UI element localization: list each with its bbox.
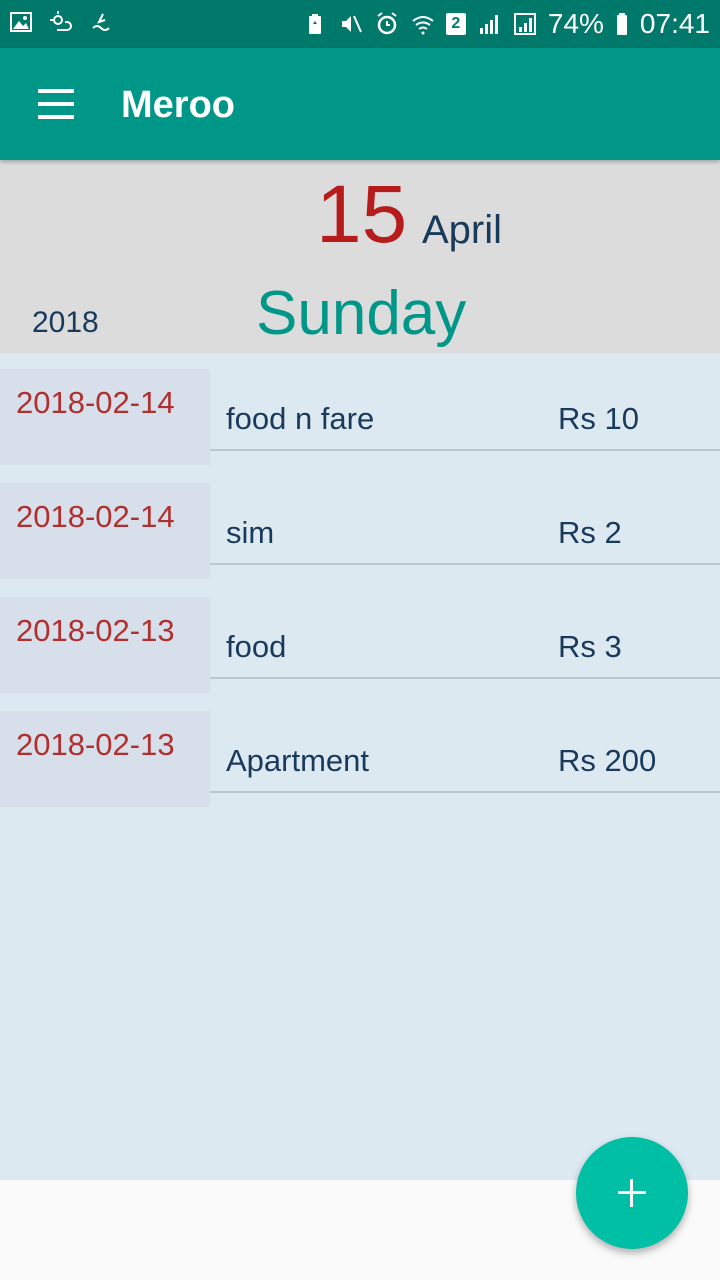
expense-row[interactable]: 2018-02-14 food n fare Rs 10 (0, 353, 720, 465)
signal-icon (513, 13, 536, 35)
status-notifications (8, 10, 114, 34)
date-header: 15 April 2018 Sunday (0, 160, 720, 353)
menu-line (38, 89, 74, 93)
hamburger-menu-icon[interactable] (28, 78, 84, 130)
add-expense-button[interactable] (576, 1137, 688, 1249)
battery-percent: 74% (547, 8, 604, 39)
expense-description: food n fare (226, 401, 375, 436)
wifi-icon (412, 16, 434, 35)
expense-date: 2018-02-13 (16, 613, 175, 648)
expense-row[interactable]: 2018-02-14 sim Rs 2 (0, 467, 720, 579)
sim-slot-badge: 2 (445, 13, 466, 35)
expense-date: 2018-02-14 (16, 385, 175, 420)
battery-icon (616, 13, 627, 35)
day-number: 15 (316, 169, 408, 260)
image-icon (10, 12, 32, 32)
expense-amount: Rs 200 (558, 743, 657, 778)
year-label: 2018 (32, 306, 99, 339)
expense-amount: Rs 10 (558, 401, 639, 436)
month-label: April (422, 208, 503, 252)
expense-date: 2018-02-14 (16, 499, 175, 534)
weekday-label: Sunday (256, 279, 467, 348)
app-bar: Meroo (0, 48, 720, 160)
expense-description: Apartment (226, 743, 370, 778)
expense-row[interactable]: 2018-02-13 Apartment Rs 200 (0, 695, 720, 807)
signal-icon (479, 15, 498, 34)
expense-row[interactable]: 2018-02-13 food Rs 3 (0, 581, 720, 693)
mute-icon (341, 15, 362, 33)
menu-line (38, 115, 74, 119)
expense-description: food (226, 629, 287, 664)
expense-date: 2018-02-13 (16, 727, 175, 762)
battery-saver-icon (308, 14, 321, 34)
plus-icon (630, 1179, 633, 1207)
expense-amount: Rs 3 (558, 629, 622, 664)
expense-list: 2018-02-14 food n fare Rs 10 2018-02-14 … (0, 353, 720, 1180)
expense-description: sim (226, 515, 275, 550)
menu-line (38, 102, 74, 106)
expense-amount: Rs 2 (558, 515, 622, 550)
weather-icon (50, 11, 72, 31)
gesture-icon (92, 13, 110, 31)
status-bar: 2 74% 07:41 (0, 0, 720, 48)
status-system: 2 74% 07:41 (302, 6, 710, 42)
app-title: Meroo (121, 84, 235, 126)
alarm-icon (377, 12, 397, 35)
clock: 07:41 (639, 8, 710, 39)
